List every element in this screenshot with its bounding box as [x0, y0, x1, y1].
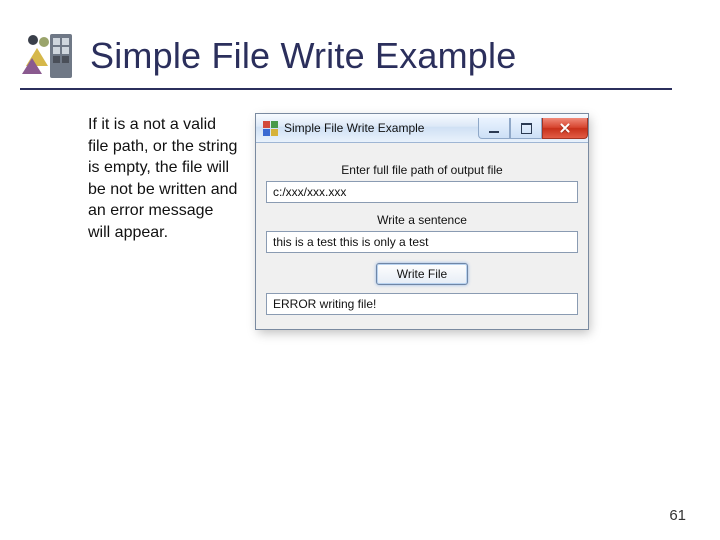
write-file-button[interactable]: Write File	[376, 263, 468, 285]
app-window: Simple File Write Example Enter full fil…	[256, 114, 588, 329]
label-sentence: Write a sentence	[266, 213, 578, 227]
minimize-button[interactable]	[478, 118, 510, 139]
app-icon	[262, 120, 278, 136]
file-path-input[interactable]	[266, 181, 578, 203]
window-titlebar: Simple File Write Example	[256, 114, 588, 143]
maximize-button[interactable]	[510, 118, 542, 139]
explanatory-paragraph: If it is a not a valid file path, or the…	[88, 114, 238, 329]
status-output: ERROR writing file!	[266, 293, 578, 315]
slide-header: Simple File Write Example	[20, 28, 672, 90]
slide-title: Simple File Write Example	[90, 35, 516, 77]
window-title: Simple File Write Example	[284, 121, 478, 135]
slide-logo-icon	[20, 28, 76, 84]
sentence-input[interactable]	[266, 231, 578, 253]
close-button[interactable]	[542, 118, 588, 139]
page-number: 61	[669, 507, 686, 524]
label-file-path: Enter full file path of output file	[266, 163, 578, 177]
